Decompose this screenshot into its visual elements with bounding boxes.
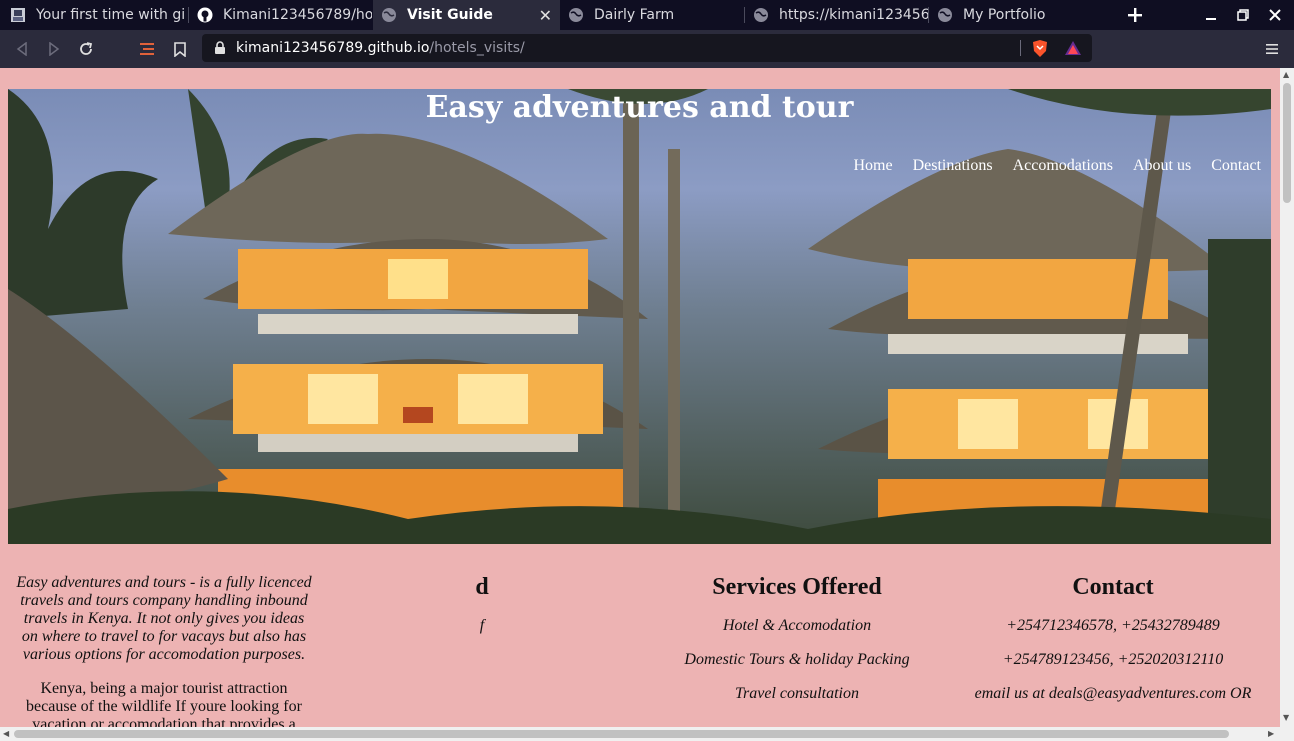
contact-phones-1: +254712346578, +25432789489 bbox=[1006, 617, 1220, 634]
horizontal-scrollbar[interactable]: ◀ ▶ bbox=[0, 727, 1294, 741]
nav-home-link[interactable]: Home bbox=[853, 157, 892, 175]
globe-icon bbox=[381, 7, 397, 23]
kenya-paragraph: Kenya, being a major tourist attraction … bbox=[26, 680, 302, 727]
browser-tab[interactable]: Kimani123456789/hot bbox=[189, 0, 372, 30]
bookmark-icon bbox=[174, 41, 186, 57]
close-icon bbox=[1269, 9, 1281, 21]
close-window-button[interactable] bbox=[1259, 0, 1291, 30]
about-column: Easy adventures and tours - is a fully l… bbox=[14, 574, 314, 727]
browser-tab[interactable]: Your first time with gi bbox=[0, 0, 186, 30]
tab-title: Kimani123456789/hot bbox=[223, 7, 372, 23]
reload-icon bbox=[80, 42, 93, 55]
hamburger-menu-icon bbox=[1266, 44, 1278, 54]
tab-title: Visit Guide bbox=[407, 7, 493, 23]
vertical-scroll-thumb[interactable] bbox=[1283, 83, 1291, 203]
browser-tab[interactable]: My Portfolio bbox=[929, 0, 1111, 30]
globe-icon bbox=[937, 7, 953, 23]
service-item: Hotel & Accomodation bbox=[722, 617, 872, 634]
maximize-button[interactable] bbox=[1227, 0, 1259, 30]
lock-icon bbox=[215, 41, 225, 54]
back-button[interactable] bbox=[12, 39, 32, 59]
bookmark-button[interactable] bbox=[170, 39, 190, 59]
menu-button[interactable] bbox=[1262, 39, 1282, 59]
site-title: Easy adventures and tour bbox=[425, 90, 854, 125]
column-d: d f bbox=[382, 573, 582, 635]
minimize-button[interactable] bbox=[1195, 0, 1227, 30]
browser-tab[interactable]: Dairly Farm bbox=[560, 0, 744, 30]
main-nav: Home Destinations Accomodations About us… bbox=[853, 157, 1261, 175]
close-tab-icon[interactable]: ✕ bbox=[539, 6, 552, 25]
browser-tab[interactable]: https://kimani123456 bbox=[745, 0, 928, 30]
tab-title: My Portfolio bbox=[963, 7, 1046, 23]
scroll-down-arrow-icon[interactable]: ▼ bbox=[1283, 713, 1289, 722]
reader-list-icon bbox=[140, 43, 154, 55]
back-arrow-icon bbox=[16, 42, 27, 56]
forward-button[interactable] bbox=[44, 39, 64, 59]
nav-about-link[interactable]: About us bbox=[1133, 157, 1191, 175]
contact-phones-2: +254789123456, +252020312110 bbox=[1002, 651, 1224, 668]
url-path: /hotels_visits/ bbox=[429, 40, 525, 56]
globe-icon bbox=[753, 7, 769, 23]
tab-title: Your first time with gi bbox=[36, 7, 186, 23]
brave-rewards-icon[interactable] bbox=[1064, 40, 1082, 56]
browser-tab-bar: Your first time with gi Kimani123456789/… bbox=[0, 0, 1294, 30]
browser-tab-active[interactable]: Visit Guide ✕ bbox=[373, 0, 560, 30]
scroll-right-arrow-icon[interactable]: ▶ bbox=[1268, 729, 1274, 738]
services-column: Services Offered Hotel & Accomodation Do… bbox=[647, 573, 947, 703]
address-bar[interactable]: kimani123456789.github.io/hotels_visits/ bbox=[202, 34, 1092, 62]
horizontal-scroll-thumb[interactable] bbox=[14, 730, 1229, 738]
url-text: kimani123456789.github.io/hotels_visits/ bbox=[236, 40, 525, 56]
column-d-item: f bbox=[479, 617, 485, 634]
minimize-icon bbox=[1206, 18, 1216, 20]
nav-accomodations-link[interactable]: Accomodations bbox=[1013, 157, 1113, 175]
service-item: Domestic Tours & holiday Packing bbox=[684, 651, 910, 668]
url-host: kimani123456789.github.io bbox=[236, 40, 430, 56]
vertical-scrollbar[interactable]: ▲ ▼ bbox=[1280, 68, 1294, 727]
nav-contact-link[interactable]: Contact bbox=[1211, 157, 1261, 175]
contact-column: Contact +254712346578, +25432789489 +254… bbox=[953, 573, 1273, 703]
plus-icon bbox=[1128, 8, 1142, 22]
nav-destinations-link[interactable]: Destinations bbox=[913, 157, 993, 175]
tab-title: https://kimani123456 bbox=[779, 7, 928, 23]
company-intro: Easy adventures and tours - is a fully l… bbox=[16, 574, 312, 663]
brave-shield-icon[interactable] bbox=[1031, 39, 1049, 58]
forward-arrow-icon bbox=[49, 42, 60, 56]
contact-email: email us at deals@easyadventures.com OR bbox=[974, 685, 1252, 702]
hero-banner: Easy adventures and tour Home Destinatio… bbox=[8, 89, 1271, 544]
services-heading: Services Offered bbox=[712, 574, 882, 600]
service-item: Travel consultation bbox=[735, 685, 859, 702]
restore-icon bbox=[1237, 9, 1249, 21]
new-tab-button[interactable] bbox=[1119, 0, 1151, 30]
globe-icon bbox=[568, 7, 584, 23]
reload-button[interactable] bbox=[76, 39, 96, 59]
github-avatar-icon bbox=[10, 7, 26, 23]
contact-heading: Contact bbox=[1072, 574, 1154, 600]
scroll-left-arrow-icon[interactable]: ◀ bbox=[3, 729, 9, 738]
column-d-heading: d bbox=[475, 574, 489, 600]
github-icon bbox=[197, 7, 213, 23]
browser-toolbar: kimani123456789.github.io/hotels_visits/ bbox=[0, 30, 1294, 68]
tab-title: Dairly Farm bbox=[594, 7, 675, 23]
web-page: Easy adventures and tour Home Destinatio… bbox=[0, 68, 1280, 727]
reader-mode-button[interactable] bbox=[138, 39, 158, 59]
scroll-up-arrow-icon[interactable]: ▲ bbox=[1283, 70, 1289, 79]
